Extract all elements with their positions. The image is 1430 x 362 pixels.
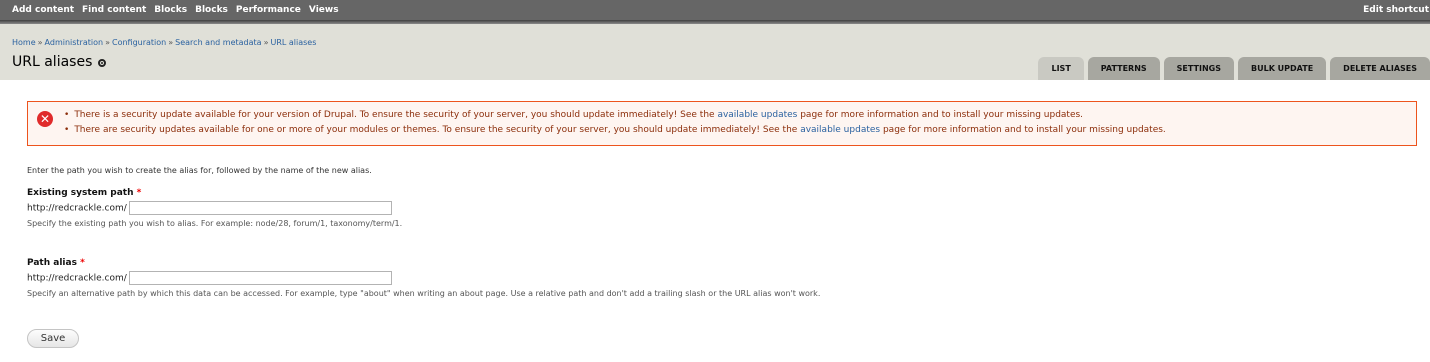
existing-path-row: http://redcrackle.com/ <box>27 201 402 215</box>
shortcut-performance[interactable]: Performance <box>236 5 301 15</box>
error-icon: ✕ <box>37 111 53 127</box>
message-text: There is a security update available for… <box>74 110 715 120</box>
save-button[interactable]: Save <box>27 329 79 348</box>
page-title: URL aliases <box>12 54 107 70</box>
tab-delete-aliases[interactable]: DELETE ALIASES <box>1330 57 1430 80</box>
shortcut-views[interactable]: Views <box>309 5 339 15</box>
path-alias-input[interactable] <box>128 271 392 285</box>
tab-settings[interactable]: SETTINGS <box>1163 57 1234 80</box>
breadcrumb-separator: » <box>168 38 174 47</box>
shortcut-blocks-2[interactable]: Blocks <box>195 5 228 15</box>
path-alias-field: Path alias * http://redcrackle.com/ Spec… <box>27 258 820 298</box>
error-messages: ✕ There is a security update available f… <box>27 101 1417 146</box>
tab-list[interactable]: LIST <box>1038 57 1084 80</box>
path-alias-label: Path alias * <box>27 258 820 268</box>
path-alias-prefix: http://redcrackle.com/ <box>27 273 127 284</box>
shortcut-add-content[interactable]: Add content <box>12 5 74 15</box>
breadcrumb-configuration[interactable]: Configuration <box>112 38 166 47</box>
existing-path-label-text: Existing system path <box>27 188 134 198</box>
available-updates-link[interactable]: available updates <box>800 125 880 135</box>
page-header: Home» Administration» Configuration» Search… <box>0 24 1430 80</box>
existing-path-prefix: http://redcrackle.com/ <box>27 203 127 214</box>
tabs: LIST PATTERNS SETTINGS BULK UPDATE DELET… <box>1038 57 1430 80</box>
breadcrumb-home[interactable]: Home <box>12 38 36 47</box>
required-marker: * <box>136 188 142 198</box>
path-alias-description: Specify an alternative path by which thi… <box>27 289 821 298</box>
breadcrumb-url-aliases[interactable]: URL aliases <box>270 38 316 47</box>
tab-patterns[interactable]: PATTERNS <box>1087 57 1160 80</box>
breadcrumb-separator: » <box>263 38 269 47</box>
message-text: There are security updates available for… <box>74 125 798 135</box>
path-alias-label-text: Path alias <box>27 258 77 268</box>
form-intro: Enter the path you wish to create the al… <box>27 166 372 175</box>
page-title-text: URL aliases <box>12 54 93 70</box>
breadcrumb: Home» Administration» Configuration» Search… <box>12 38 316 47</box>
shortcut-menu: Add content Find content Blocks Blocks P… <box>12 5 339 15</box>
path-alias-row: http://redcrackle.com/ <box>27 271 820 285</box>
breadcrumb-search-and-metadata[interactable]: Search and metadata <box>175 38 261 47</box>
existing-path-description: Specify the existing path you wish to al… <box>27 219 403 228</box>
existing-path-field: Existing system path * http://redcrackle… <box>27 188 402 228</box>
available-updates-link[interactable]: available updates <box>717 110 797 120</box>
error-message-2: There are security updates available for… <box>64 123 1166 138</box>
shortcut-toolbar: Add content Find content Blocks Blocks P… <box>0 0 1430 20</box>
breadcrumb-separator: » <box>37 38 43 47</box>
breadcrumb-separator: » <box>105 38 110 47</box>
message-text: page for more information and to install… <box>882 125 1166 135</box>
required-marker: * <box>80 258 85 268</box>
error-list: There is a security update available for… <box>64 108 1166 138</box>
existing-path-label: Existing system path * <box>27 188 402 198</box>
edit-shortcuts-link[interactable]: Edit shortcut <box>1363 5 1430 15</box>
shortcut-find-content[interactable]: Find content <box>82 5 146 15</box>
existing-path-input[interactable] <box>128 201 392 215</box>
add-shortcut-icon[interactable] <box>98 59 107 67</box>
tab-bulk-update[interactable]: BULK UPDATE <box>1238 57 1327 80</box>
message-text: page for more information and to install… <box>800 110 1084 120</box>
breadcrumb-administration[interactable]: Administration <box>45 38 104 47</box>
shortcut-blocks[interactable]: Blocks <box>154 5 187 15</box>
error-message-1: There is a security update available for… <box>64 108 1166 123</box>
